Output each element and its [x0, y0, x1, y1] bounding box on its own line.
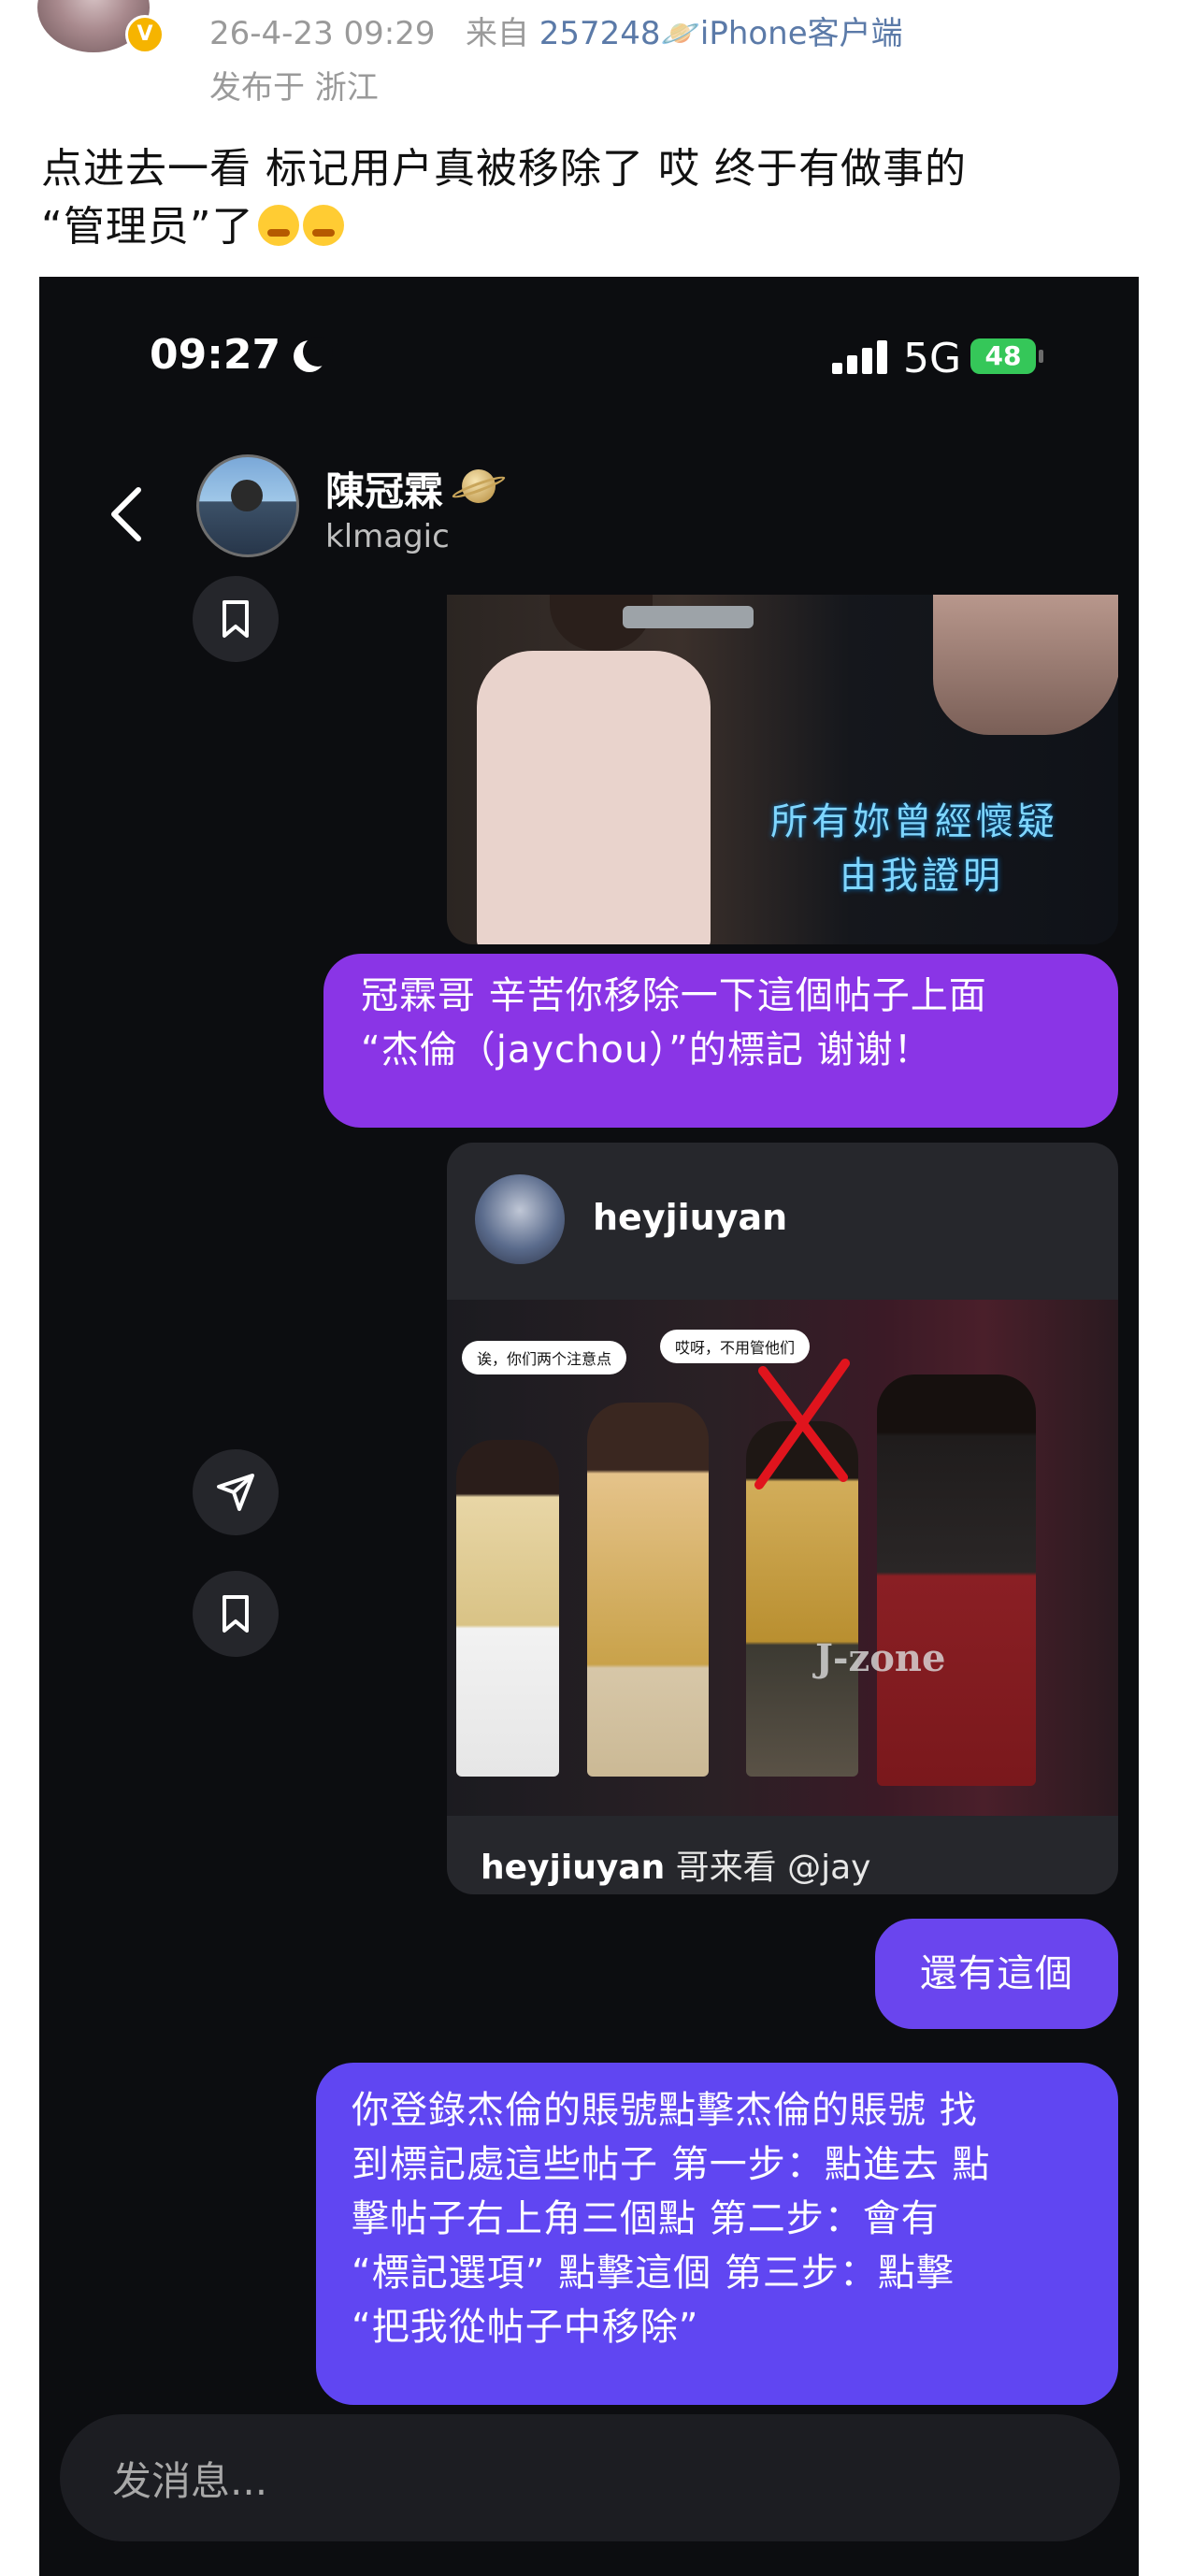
shared-post-username[interactable]: heyjiuyan — [593, 1197, 787, 1238]
save-button[interactable] — [193, 1571, 279, 1657]
message-bubble[interactable]: 你登錄杰倫的賬號點擊杰倫的賬號 找 到標記處這些帖子 第一步：點進去 點 擊帖子… — [316, 2063, 1118, 2405]
post-text: 点进去一看 标记用户真被移除了 哎 终于有做事的 “管理员”了 — [41, 140, 1144, 256]
message-line: “杰倫（jaychou）”的標記 谢谢！ — [361, 1029, 932, 1072]
message-line: 冠霖哥 辛苦你移除一下這個帖子上面 — [361, 974, 987, 1017]
message-line: “把我從帖子中移除” — [352, 2306, 699, 2349]
performer-figure — [477, 651, 711, 944]
bookmark-icon — [223, 1595, 249, 1633]
lyric-line1: 所有妳曾經懷疑 — [770, 800, 1058, 843]
send-icon — [217, 1474, 254, 1511]
message-line: 到標記處這些帖子 第一步：點進去 點 — [352, 2143, 991, 2186]
message-line: 你登錄杰倫的賬號點擊杰倫的賬號 找 — [352, 2089, 978, 2132]
red-x-mark — [754, 1359, 850, 1489]
watermark: J-zone — [815, 1636, 946, 1680]
message-bubble[interactable]: 還有這個 — [875, 1919, 1118, 2029]
shared-post-avatar[interactable] — [475, 1174, 565, 1264]
contact-avatar[interactable] — [196, 454, 299, 557]
lyric-line2: 由我證明 — [840, 855, 1004, 898]
speech-bubble: 诶，你们两个注意点 — [462, 1341, 627, 1374]
signal-icon — [832, 340, 890, 374]
battery-level: 48 — [984, 340, 1022, 371]
camera-prop — [623, 606, 754, 628]
person-figure — [456, 1440, 559, 1777]
post-text-line2: “管理员”了 — [41, 203, 254, 251]
chat-header: 陳冠霖 klmagic — [39, 436, 1139, 595]
person-figure — [877, 1374, 1036, 1786]
message-input[interactable]: 发消息... — [60, 2414, 1120, 2541]
bookmark-icon — [223, 600, 249, 638]
post-source[interactable]: 257248🪐iPhone客户端 — [539, 15, 903, 52]
face-closeup — [933, 595, 1118, 735]
contact-username[interactable]: klmagic — [325, 518, 450, 555]
contact-name[interactable]: 陳冠霖 — [325, 460, 443, 517]
save-button-partial[interactable] — [193, 576, 279, 662]
verified-badge-icon: V — [125, 15, 165, 54]
shared-post-caption: heyjiuyan 哥来看 @jay — [481, 1840, 870, 1889]
battery-indicator: 48 — [970, 338, 1043, 374]
embedded-screenshot: 09:27 5G 48 陳冠霖 klmagic 所有妳曾經懷疑 由我證明 冠霖哥… — [39, 277, 1139, 2576]
status-time: 09:27 — [150, 331, 281, 379]
post-datetime: 26-4-23 09:29 — [209, 15, 436, 52]
shared-post-photo[interactable]: 诶，你们两个注意点 哎呀，不用管他们 J-zone — [447, 1300, 1118, 1816]
post-meta: 26-4-23 09:29 来自 257248🪐iPhone客户端 — [209, 7, 903, 53]
message-text: 還有這個 — [920, 1952, 1073, 1995]
shared-image[interactable]: 所有妳曾經懷疑 由我證明 — [447, 595, 1118, 944]
sobbing-emoji-icon — [302, 205, 344, 246]
caption-username[interactable]: heyjiuyan — [481, 1849, 665, 1887]
moon-icon — [294, 337, 333, 372]
post-text-line1: 点进去一看 标记用户真被移除了 哎 终于有做事的 — [41, 145, 967, 193]
chevron-left-icon[interactable] — [107, 486, 144, 542]
shared-post-card[interactable]: heyjiuyan 诶，你们两个注意点 哎呀，不用管他们 J-zone heyj… — [447, 1143, 1118, 1894]
post-location: 发布于 浙江 — [209, 69, 379, 107]
person-figure — [587, 1403, 709, 1777]
network-type: 5G — [903, 335, 962, 382]
post-from-prefix: 来自 — [465, 15, 529, 52]
planet-emoji-icon — [462, 469, 496, 503]
share-button[interactable] — [193, 1449, 279, 1535]
crying-emoji-icon — [257, 205, 299, 246]
message-bubble[interactable]: 冠霖哥 辛苦你移除一下這個帖子上面 “杰倫（jaychou）”的標記 谢谢！ — [323, 954, 1118, 1128]
message-line: “標記選項” 點擊這個 第三步：點擊 — [352, 2252, 955, 2295]
message-line: 擊帖子右上角三個點 第二步：會有 — [352, 2197, 940, 2240]
message-input-placeholder: 发消息... — [112, 2458, 268, 2504]
caption-text: 哥来看 @jay — [665, 1849, 871, 1887]
